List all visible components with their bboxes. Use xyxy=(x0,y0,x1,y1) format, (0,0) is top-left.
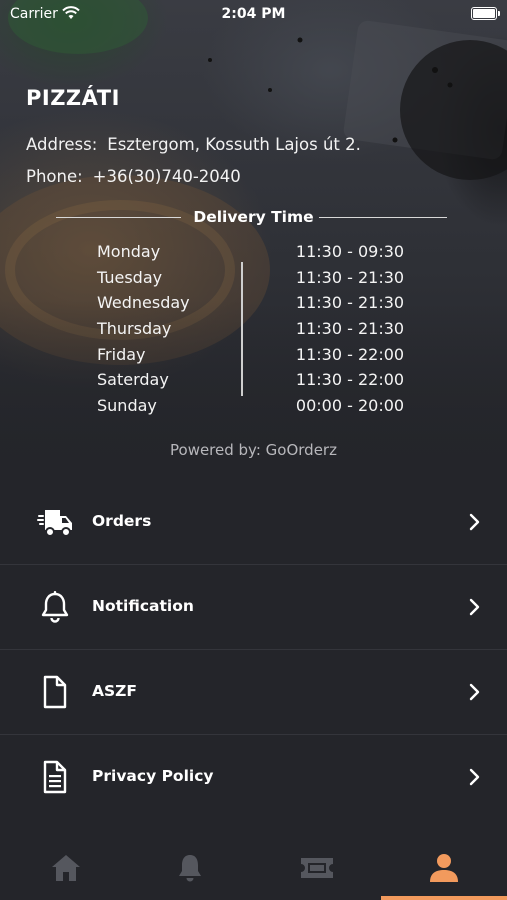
menu-label-aszf: ASZF xyxy=(92,682,137,700)
chevron-right-icon xyxy=(469,768,480,786)
tab-notifications[interactable] xyxy=(126,840,252,900)
schedule-hours: 00:00 - 20:00 xyxy=(295,396,405,415)
address-label: Address: xyxy=(26,135,98,154)
bottom-tab-bar xyxy=(0,840,507,900)
tab-coupons[interactable] xyxy=(253,840,379,900)
schedule-hours: 11:30 - 09:30 xyxy=(295,242,405,261)
menu-item-notification[interactable]: Notification xyxy=(0,565,507,650)
address-value: Esztergom, Kossuth Lajos út 2. xyxy=(107,135,361,154)
powered-by-label: Powered by: GoOrderz xyxy=(170,441,337,459)
schedule-day: Thursday xyxy=(97,319,172,338)
schedule-hours: 11:30 - 21:30 xyxy=(295,268,405,287)
header-background-image xyxy=(0,0,507,480)
document-lines-icon xyxy=(43,760,67,794)
address-row: Address: Esztergom, Kossuth Lajos út 2. xyxy=(26,135,361,154)
menu-label-notification: Notification xyxy=(92,597,194,615)
menu-label-orders: Orders xyxy=(92,512,152,530)
restaurant-name: PIZZÁTI xyxy=(26,86,120,110)
schedule-hours: 11:30 - 22:00 xyxy=(295,370,405,389)
profile-menu: Orders Notification ASZF Privacy Policy xyxy=(0,480,507,819)
chevron-right-icon xyxy=(469,598,480,616)
bell-icon xyxy=(41,591,69,623)
schedule-hours: 11:30 - 22:00 xyxy=(295,345,405,364)
phone-row: Phone: +36(30)740-2040 xyxy=(26,167,241,186)
home-icon xyxy=(52,855,80,881)
schedule-hours: 11:30 - 21:30 xyxy=(295,293,405,312)
ticket-icon xyxy=(301,858,333,878)
tab-home[interactable] xyxy=(0,840,126,900)
active-tab-indicator xyxy=(381,896,507,900)
document-icon xyxy=(43,675,67,709)
menu-item-aszf[interactable]: ASZF xyxy=(0,650,507,735)
tab-profile[interactable] xyxy=(381,840,507,900)
schedule-day: Saterday xyxy=(97,370,169,389)
schedule-hours: 11:30 - 21:30 xyxy=(295,319,405,338)
schedule-day: Wednesday xyxy=(97,293,190,312)
menu-item-orders[interactable]: Orders xyxy=(0,480,507,565)
status-time: 2:04 PM xyxy=(221,6,286,22)
schedule-day: Sunday xyxy=(97,396,157,415)
schedule-day: Tuesday xyxy=(97,268,163,287)
schedule-day: Monday xyxy=(97,242,161,261)
schedule-day: Friday xyxy=(97,345,146,364)
delivery-time-title: Delivery Time xyxy=(193,208,314,226)
battery-icon xyxy=(471,7,500,20)
menu-item-privacy-policy[interactable]: Privacy Policy xyxy=(0,735,507,819)
chevron-right-icon xyxy=(469,683,480,701)
chevron-right-icon xyxy=(469,513,480,531)
menu-label-privacy-policy: Privacy Policy xyxy=(92,767,214,785)
bell-icon xyxy=(179,855,201,882)
user-icon xyxy=(430,854,458,882)
phone-label: Phone: xyxy=(26,167,83,186)
status-bar: Carrier 2:04 PM xyxy=(0,0,507,28)
delivery-truck-icon xyxy=(37,510,72,537)
phone-value[interactable]: +36(30)740-2040 xyxy=(93,167,241,186)
schedule-separator xyxy=(241,262,243,396)
